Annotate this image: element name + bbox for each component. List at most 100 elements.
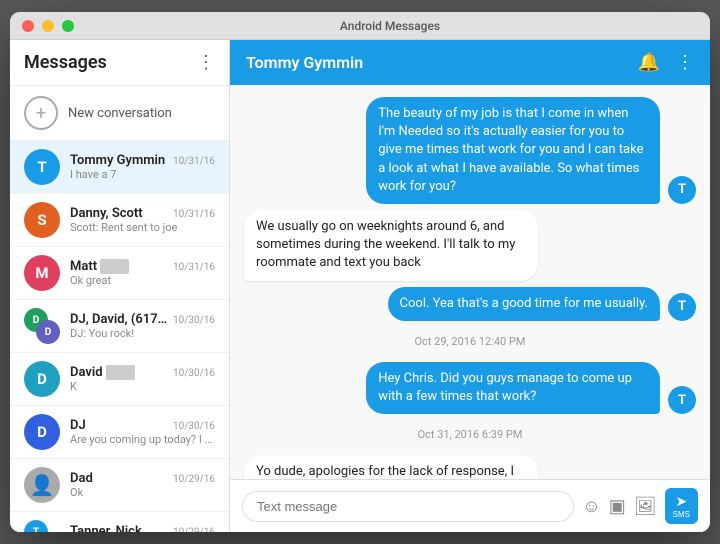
conv-preview: Ok	[70, 486, 215, 499]
conv-name: DJ, David, (617) ...	[70, 312, 169, 327]
send-button[interactable]: ➤ SMS	[665, 488, 698, 524]
avatar: M	[24, 255, 60, 291]
avatar: S	[24, 202, 60, 238]
minimize-button[interactable]	[42, 20, 54, 32]
new-conversation-button[interactable]: + New conversation	[10, 86, 229, 141]
app-body: Messages ⋮ + New conversation T Tommy Gy…	[10, 40, 710, 532]
conversation-list: T Tommy Gymmin 10/31/16 I have a 7 S Dan…	[10, 141, 229, 532]
conv-item-dad[interactable]: 👤 Dad 10/29/16 Ok	[10, 459, 229, 512]
conv-info: Tanner, Nick 10/29/16 Tanner: Ooooh :) v…	[70, 524, 215, 532]
conv-info: DJ 10/30/16 Are you coming up today? I c…	[70, 418, 215, 446]
conv-item-david[interactable]: D David 10/30/16 K	[10, 353, 229, 406]
conv-info: Dad 10/29/16 Ok	[70, 471, 215, 499]
message-row: Hey Chris. Did you guys manage to come u…	[244, 362, 696, 414]
close-button[interactable]	[22, 20, 34, 32]
conv-date: 10/31/16	[173, 209, 215, 220]
conv-date: 10/29/16	[173, 527, 215, 532]
conv-name-row: DJ, David, (617) ... 10/30/16	[70, 312, 215, 327]
chat-input[interactable]	[242, 491, 574, 522]
avatar-photo: 👤	[24, 467, 60, 503]
chat-input-area: ☺ ▣ 🖼 ➤ SMS	[230, 479, 710, 532]
conv-name: DJ	[70, 418, 86, 433]
conv-date: 10/30/16	[173, 368, 215, 379]
message-bubble: The beauty of my job is that I come in w…	[366, 97, 660, 204]
conv-item-tanner[interactable]: T N Tanner, Nick 10/29/16 Tanner: Ooooh …	[10, 512, 229, 532]
chat-area: Tommy Gymmin 🔔 ⋮ The beauty of my job is…	[230, 40, 710, 532]
conv-preview: K	[70, 380, 215, 393]
conv-info: David 10/30/16 K	[70, 365, 215, 393]
message-row: The beauty of my job is that I come in w…	[244, 97, 696, 204]
conv-preview: DJ: You rock!	[70, 327, 215, 340]
chat-header-icons: 🔔 ⋮	[638, 52, 694, 73]
maximize-button[interactable]	[62, 20, 74, 32]
conv-item-dj_david[interactable]: D D DJ, David, (617) ... 10/30/16 DJ: Yo…	[10, 300, 229, 353]
conv-preview: Are you coming up today? I c...	[70, 433, 215, 446]
conv-date: 10/30/16	[173, 421, 215, 432]
date-separator: Oct 31, 2016 6:39 PM	[244, 428, 696, 441]
window-title: Android Messages	[82, 19, 698, 33]
send-label: SMS	[673, 510, 690, 519]
message-bubble: Hey Chris. Did you guys manage to come u…	[366, 362, 660, 414]
conv-name: Dad	[70, 471, 93, 486]
conv-name-row: DJ 10/30/16	[70, 418, 215, 433]
conv-name-row: Danny, Scott 10/31/16	[70, 206, 215, 221]
emoji-icon[interactable]: ☺	[582, 496, 600, 517]
conv-item-tommy[interactable]: T Tommy Gymmin 10/31/16 I have a 7	[10, 141, 229, 194]
conv-date: 10/31/16	[173, 262, 215, 273]
avatar-multi: D D	[24, 308, 60, 344]
conv-name-row: Tommy Gymmin 10/31/16	[70, 153, 215, 168]
conv-name-row: Tanner, Nick 10/29/16	[70, 524, 215, 532]
message-row: Yo dude, apologies for the lack of respo…	[244, 455, 696, 479]
sidebar-title: Messages	[24, 52, 107, 73]
app-window: Android Messages Messages ⋮ + New conver…	[10, 12, 710, 532]
conv-name: Tanner, Nick	[70, 524, 142, 532]
conv-name: Matt	[70, 259, 129, 274]
message-bubble: Yo dude, apologies for the lack of respo…	[244, 455, 538, 479]
avatar: T	[24, 149, 60, 185]
conv-info: Matt 10/31/16 Ok great	[70, 259, 215, 287]
send-arrow-icon: ➤	[675, 493, 687, 510]
conv-item-danny[interactable]: S Danny, Scott 10/31/16 Scott: Rent sent…	[10, 194, 229, 247]
gif-icon[interactable]: ▣	[609, 496, 626, 517]
conv-preview: Scott: Rent sent to joe	[70, 221, 215, 234]
chat-menu-icon[interactable]: ⋮	[676, 52, 694, 73]
sidebar: Messages ⋮ + New conversation T Tommy Gy…	[10, 40, 230, 532]
message-bubble: We usually go on weeknights around 6, an…	[244, 210, 538, 281]
message-row: We usually go on weeknights around 6, an…	[244, 210, 696, 281]
avatar: D	[36, 320, 60, 344]
conv-info: DJ, David, (617) ... 10/30/16 DJ: You ro…	[70, 312, 215, 340]
chat-contact-name: Tommy Gymmin	[246, 53, 363, 72]
conv-name: Danny, Scott	[70, 206, 143, 221]
message-avatar: T	[668, 386, 696, 414]
chat-messages: The beauty of my job is that I come in w…	[230, 85, 710, 479]
new-conv-plus-icon: +	[24, 96, 58, 130]
sidebar-header: Messages ⋮	[10, 40, 229, 86]
conv-date: 10/30/16	[173, 315, 215, 326]
date-separator: Oct 29, 2016 12:40 PM	[244, 335, 696, 348]
conv-name-row: David 10/30/16	[70, 365, 215, 380]
message-avatar: T	[668, 293, 696, 321]
message-bubble: Cool. Yea that's a good time for me usua…	[388, 287, 660, 321]
titlebar: Android Messages	[10, 12, 710, 40]
conv-date: 10/29/16	[173, 474, 215, 485]
avatar: T	[24, 520, 48, 532]
message-row: Cool. Yea that's a good time for me usua…	[244, 287, 696, 321]
conv-name: David	[70, 365, 135, 380]
input-icons: ☺ ▣ 🖼	[582, 496, 656, 517]
conv-name-row: Matt 10/31/16	[70, 259, 215, 274]
conv-name: Tommy Gymmin	[70, 153, 165, 168]
conv-info: Tommy Gymmin 10/31/16 I have a 7	[70, 153, 215, 181]
conv-item-matt[interactable]: M Matt 10/31/16 Ok great	[10, 247, 229, 300]
notification-icon[interactable]: 🔔	[638, 52, 660, 73]
new-conv-label: New conversation	[68, 106, 172, 121]
conv-preview: I have a 7	[70, 168, 215, 181]
image-icon[interactable]: 🖼	[634, 496, 657, 517]
conv-info: Danny, Scott 10/31/16 Scott: Rent sent t…	[70, 206, 215, 234]
avatar-multi: T N	[24, 520, 60, 532]
avatar: D	[24, 414, 60, 450]
chat-header: Tommy Gymmin 🔔 ⋮	[230, 40, 710, 85]
conv-date: 10/31/16	[173, 156, 215, 167]
conv-item-dj[interactable]: D DJ 10/30/16 Are you coming up today? I…	[10, 406, 229, 459]
conv-name-row: Dad 10/29/16	[70, 471, 215, 486]
sidebar-menu-icon[interactable]: ⋮	[197, 52, 215, 73]
